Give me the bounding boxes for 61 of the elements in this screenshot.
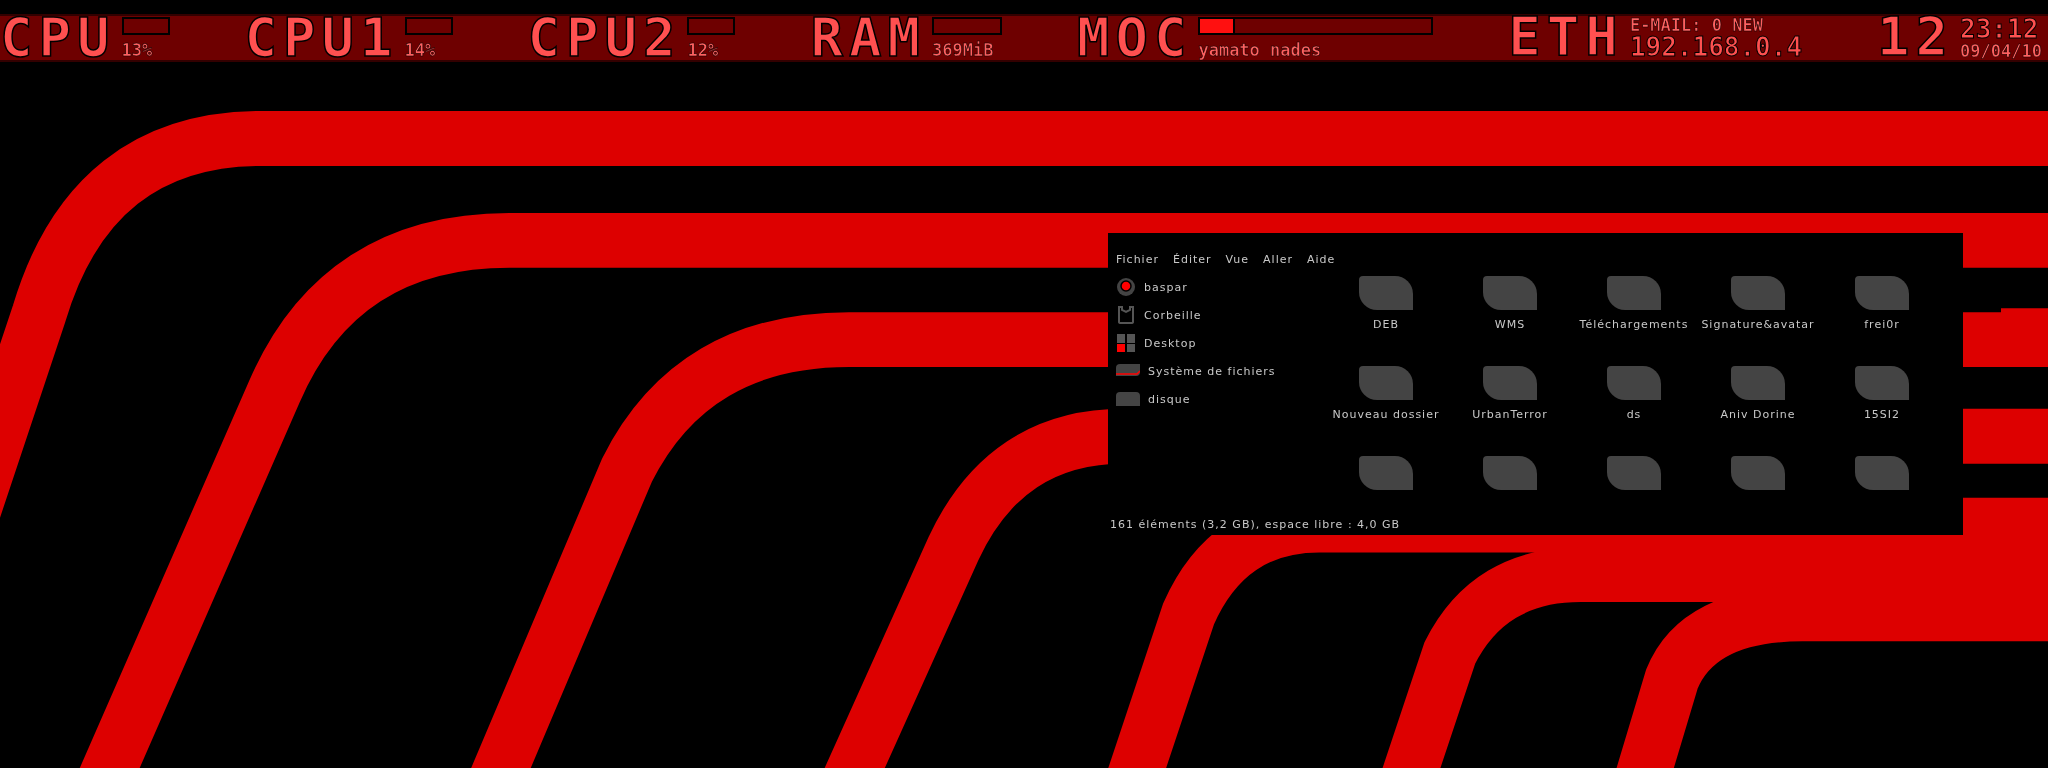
folder-icon[interactable] xyxy=(1855,276,1909,310)
menu-item[interactable]: Fichier xyxy=(1116,253,1159,266)
folder-name[interactable]: UrbanTerror xyxy=(1451,408,1569,421)
drive-icon xyxy=(1116,392,1140,406)
folder-name[interactable]: Signature&avatar xyxy=(1699,318,1817,331)
folder-name[interactable]: frei0r xyxy=(1823,318,1941,331)
meter-value: 369MiB xyxy=(931,41,995,59)
folder-icon[interactable] xyxy=(1607,276,1661,310)
folder-name[interactable]: 15SI2 xyxy=(1823,408,1941,421)
folder-name[interactable]: ds xyxy=(1575,408,1693,421)
menu-item[interactable]: Éditer xyxy=(1172,253,1212,266)
meter-value: 14% xyxy=(404,41,437,59)
status-text: 161 éléments (3,2 GB), espace libre : 4,0 GB xyxy=(1109,518,1402,533)
home-icon xyxy=(1116,277,1136,297)
folder-icon[interactable] xyxy=(1359,276,1413,310)
folder-name[interactable]: Aniv Dorine xyxy=(1699,408,1817,421)
folder-icon[interactable] xyxy=(1731,276,1785,310)
folder-icon[interactable] xyxy=(1731,456,1785,490)
widget-label: 12 xyxy=(1877,14,1955,62)
widget-label: CPU xyxy=(0,15,116,61)
folder-icon[interactable] xyxy=(1731,366,1785,400)
desktop-icon xyxy=(1116,333,1136,353)
place-name[interactable]: Desktop xyxy=(1144,336,1197,350)
mail-status: E-MAIL: 0 NEW xyxy=(1629,16,1764,34)
folder-name[interactable]: DEB xyxy=(1327,318,1445,331)
meter-frame xyxy=(121,17,170,35)
folder-icon[interactable] xyxy=(1483,456,1537,490)
widget-label: MOC xyxy=(1076,15,1193,61)
drive-icon xyxy=(1116,364,1140,378)
widget-label: ETH xyxy=(1508,14,1624,62)
place-name[interactable]: Corbeille xyxy=(1144,308,1202,322)
folder-name[interactable]: Téléchargements xyxy=(1575,318,1693,331)
trash-icon xyxy=(1116,305,1136,325)
folder-name[interactable]: WMS xyxy=(1451,318,1569,331)
folder-icon[interactable] xyxy=(1855,366,1909,400)
widget-label: RAM xyxy=(810,15,926,61)
place-name[interactable]: Système de fichiers xyxy=(1148,364,1276,378)
track-title: yamato nades xyxy=(1198,41,1323,59)
folder-icon[interactable] xyxy=(1607,456,1661,490)
menu-item[interactable]: Vue xyxy=(1225,253,1250,266)
clock-date: 09/04/10 xyxy=(1960,42,2042,60)
menu-item[interactable]: Aide xyxy=(1307,253,1336,266)
folder-icon[interactable] xyxy=(1483,276,1537,310)
menu-item[interactable]: Aller xyxy=(1263,253,1293,266)
folder-name[interactable]: Nouveau dossier xyxy=(1327,408,1445,421)
folder-icon[interactable] xyxy=(1359,456,1413,490)
folder-icon[interactable] xyxy=(1359,366,1413,400)
clock-time: 23:12 xyxy=(1960,16,2040,42)
meter-value: 12% xyxy=(687,41,720,59)
meter-frame xyxy=(931,17,1002,35)
meter-value: 13% xyxy=(121,41,154,59)
ip-address: 192.168.0.4 xyxy=(1629,34,1803,60)
folder-icon[interactable] xyxy=(1855,456,1909,490)
widget-label: CPU2 xyxy=(527,15,682,61)
place-name[interactable]: disque xyxy=(1148,392,1191,406)
place-name[interactable]: baspar xyxy=(1144,280,1188,294)
widget-label: CPU1 xyxy=(244,15,399,61)
folder-icon[interactable] xyxy=(1607,366,1661,400)
folder-icon[interactable] xyxy=(1483,366,1537,400)
meter-frame xyxy=(687,17,736,35)
meter-frame xyxy=(404,17,453,35)
